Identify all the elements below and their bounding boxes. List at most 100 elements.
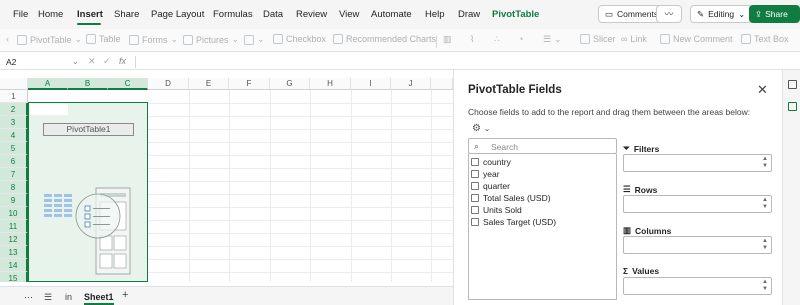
chevron-down-icon: ⌄ bbox=[738, 8, 746, 19]
column-header-i[interactable]: I bbox=[351, 78, 391, 90]
tab-pivottable[interactable]: PivotTable bbox=[492, 9, 539, 20]
slicer-button[interactable]: Slicer bbox=[580, 34, 616, 44]
sheet-tab-in[interactable]: in bbox=[65, 292, 72, 302]
row-header-15[interactable]: 15 bbox=[0, 272, 28, 282]
tab-automate[interactable]: Automate bbox=[371, 9, 412, 20]
row-header-9[interactable]: 9 bbox=[0, 194, 28, 207]
tab-share[interactable]: Share bbox=[114, 9, 139, 20]
row-header-14[interactable]: 14 bbox=[0, 259, 28, 272]
table-button[interactable]: Table bbox=[86, 34, 121, 44]
forms-button[interactable]: Forms ⌄ bbox=[129, 34, 178, 45]
tab-data[interactable]: Data bbox=[263, 9, 283, 20]
column-header-a[interactable]: A bbox=[28, 78, 68, 90]
column-header-b[interactable]: B bbox=[68, 78, 108, 90]
sheet-tab-sheet1[interactable]: Sheet1 bbox=[84, 292, 114, 305]
field-checkbox[interactable] bbox=[471, 182, 479, 190]
active-cell-a2[interactable] bbox=[30, 104, 68, 115]
ribbon-collapse-icon[interactable]: ‹ bbox=[6, 34, 9, 44]
field-checkbox[interactable] bbox=[471, 194, 479, 202]
spin-arrows-icon: ▲ ▼ bbox=[762, 197, 768, 210]
pane-icon[interactable] bbox=[788, 80, 797, 89]
gear-icon: ⚙ bbox=[472, 123, 481, 134]
tab-page-layout[interactable]: Page Layout bbox=[151, 9, 204, 20]
row-header-3[interactable]: 3 bbox=[0, 116, 28, 129]
checkbox-button[interactable]: Checkbox bbox=[273, 34, 326, 44]
tab-review[interactable]: Review bbox=[296, 9, 327, 20]
row-header-10[interactable]: 10 bbox=[0, 207, 28, 220]
line-chart-button[interactable]: ⌇ bbox=[470, 34, 474, 45]
row-header-1[interactable]: 1 bbox=[0, 90, 28, 103]
column-header-g[interactable]: G bbox=[270, 78, 310, 90]
tab-help[interactable]: Help bbox=[425, 9, 445, 20]
add-sheet-icon[interactable]: + bbox=[122, 289, 128, 301]
tab-insert[interactable]: Insert bbox=[77, 9, 103, 20]
catch-up-button[interactable]: 〰 bbox=[656, 5, 682, 23]
function-icon[interactable]: fx bbox=[119, 56, 126, 66]
field-search-box[interactable]: ⌕ Search bbox=[468, 138, 617, 154]
row-header-2[interactable]: 2 bbox=[0, 103, 28, 116]
field-item-units-sold[interactable]: Units Sold bbox=[471, 205, 522, 215]
search-input[interactable]: Search bbox=[491, 142, 518, 152]
field-item-total-sales[interactable]: Total Sales (USD) bbox=[471, 193, 551, 203]
pie-chart-button[interactable]: ◔ bbox=[518, 34, 523, 44]
field-item-year[interactable]: year bbox=[471, 169, 500, 179]
field-checkbox[interactable] bbox=[471, 206, 479, 214]
name-box[interactable]: A2 bbox=[6, 57, 16, 67]
new-comment-button[interactable]: New Comment bbox=[660, 34, 733, 44]
column-header-j[interactable]: J bbox=[391, 78, 431, 90]
row-header-12[interactable]: 12 bbox=[0, 233, 28, 246]
field-item-quarter[interactable]: quarter bbox=[471, 181, 510, 191]
cancel-icon[interactable]: ✕ bbox=[88, 56, 96, 67]
recommended-charts-button[interactable]: Recommended Charts bbox=[333, 34, 436, 44]
tab-draw[interactable]: Draw bbox=[458, 9, 480, 20]
field-checkbox[interactable] bbox=[471, 158, 479, 166]
all-sheets-icon[interactable]: ☰ bbox=[44, 292, 52, 303]
tab-file[interactable]: File bbox=[13, 9, 28, 20]
select-all-corner[interactable] bbox=[0, 78, 28, 90]
field-item-sales-target[interactable]: Sales Target (USD) bbox=[471, 217, 556, 227]
filters-drop-zone[interactable]: ▲ ▼ bbox=[623, 154, 772, 172]
link-button[interactable]: ∞ Link bbox=[621, 34, 647, 44]
column-chart-button[interactable]: ▥ bbox=[443, 34, 452, 45]
column-header-f[interactable]: F bbox=[229, 78, 270, 90]
tab-view[interactable]: View bbox=[339, 9, 359, 20]
text-box-button[interactable]: Text Box bbox=[741, 34, 789, 44]
rows-area-header: ☰ Rows bbox=[623, 184, 658, 195]
row-header-7[interactable]: 7 bbox=[0, 168, 28, 181]
column-header-c[interactable]: C bbox=[108, 78, 148, 90]
field-checkbox[interactable] bbox=[471, 170, 479, 178]
pivottable-pane-icon[interactable] bbox=[788, 102, 797, 111]
rows-drop-zone[interactable]: ▲ ▼ bbox=[623, 195, 772, 213]
scatter-chart-button[interactable]: ∴ bbox=[494, 34, 500, 45]
chevron-down-icon: ⌄ bbox=[257, 34, 265, 44]
worksheet-grid[interactable]: A B C D E F G H I J 1 2 3 4 5 6 7 8 9 10… bbox=[0, 78, 453, 282]
pictures-button[interactable]: Pictures ⌄ bbox=[183, 34, 239, 45]
columns-drop-zone[interactable]: ▲ ▼ bbox=[623, 236, 772, 254]
shapes-button[interactable]: ⌄ bbox=[244, 34, 265, 45]
tab-formulas[interactable]: Formulas bbox=[213, 9, 253, 20]
field-checkbox[interactable] bbox=[471, 218, 479, 226]
field-settings-button[interactable]: ⚙ ⌄ bbox=[472, 123, 490, 134]
more-options-icon[interactable]: ⋯ bbox=[24, 292, 33, 303]
row-header-6[interactable]: 6 bbox=[0, 155, 28, 168]
field-item-country[interactable]: country bbox=[471, 157, 511, 167]
confirm-icon[interactable]: ✓ bbox=[103, 56, 111, 67]
tab-home[interactable]: Home bbox=[38, 9, 63, 20]
pivottable-button[interactable]: PivotTable ⌄ bbox=[17, 34, 82, 45]
close-icon[interactable]: ✕ bbox=[757, 82, 768, 98]
row-header-8[interactable]: 8 bbox=[0, 181, 28, 194]
column-header-k[interactable] bbox=[431, 78, 453, 90]
column-header-d[interactable]: D bbox=[148, 78, 189, 90]
chevron-down-icon[interactable]: ⌄ bbox=[72, 57, 79, 66]
values-drop-zone[interactable]: ▲ ▼ bbox=[623, 277, 772, 295]
share-button[interactable]: ⇪ Share bbox=[749, 5, 800, 23]
column-header-h[interactable]: H bbox=[310, 78, 351, 90]
editing-mode-button[interactable]: ✎ Editing ⌄ bbox=[690, 5, 753, 23]
row-header-4[interactable]: 4 bbox=[0, 129, 28, 142]
bar-chart-button[interactable]: ☰ ⌄ bbox=[543, 34, 562, 45]
row-header-5[interactable]: 5 bbox=[0, 142, 28, 155]
row-header-11[interactable]: 11 bbox=[0, 220, 28, 233]
row-header-13[interactable]: 13 bbox=[0, 246, 28, 259]
column-header-e[interactable]: E bbox=[189, 78, 229, 90]
pencil-icon: ✎ bbox=[697, 8, 705, 19]
